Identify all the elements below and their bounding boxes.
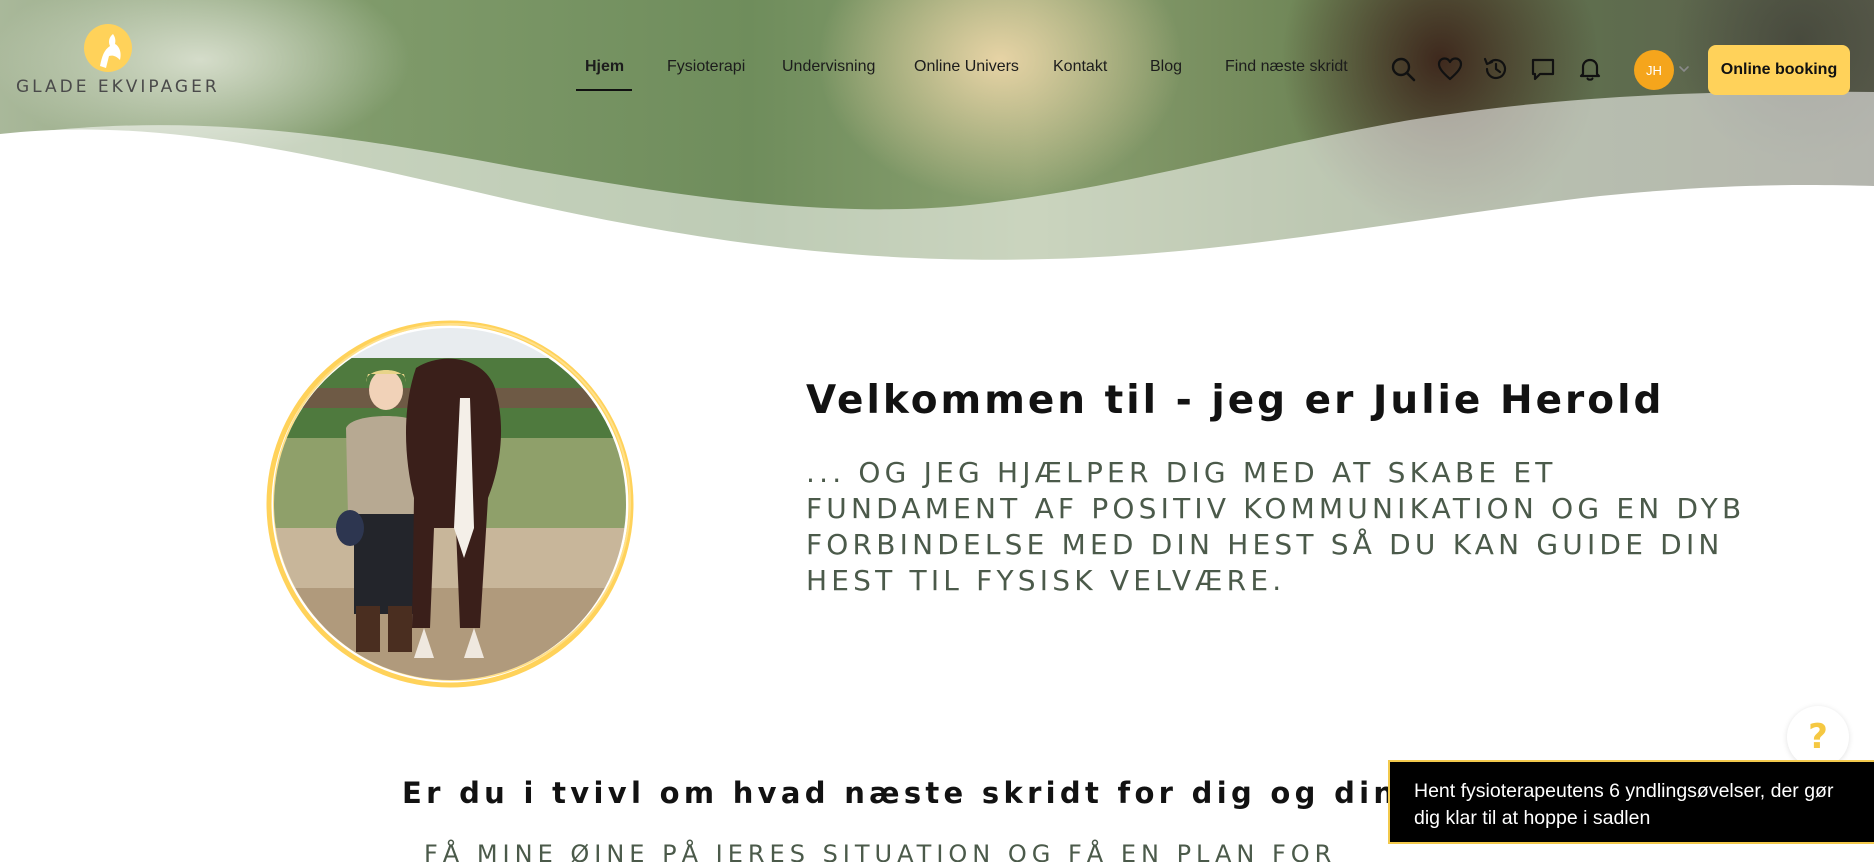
heart-icon[interactable] bbox=[1436, 55, 1464, 83]
nav-item-online-univers[interactable]: Online Univers bbox=[914, 58, 1019, 76]
bell-icon[interactable] bbox=[1576, 55, 1604, 83]
nav-item-kontakt[interactable]: Kontakt bbox=[1053, 58, 1107, 76]
next-step-subheading: FÅ MINE ØJNE PÅ JERES SITUATION OG FÅ EN… bbox=[424, 840, 1337, 862]
help-button[interactable]: ? bbox=[1787, 706, 1849, 768]
brand-name: GLADE EKVIPAGER bbox=[16, 77, 220, 97]
nav-item-fysioterapi[interactable]: Fysioterapi bbox=[667, 58, 745, 76]
hero-banner bbox=[0, 0, 1874, 270]
nav-item-blog[interactable]: Blog bbox=[1150, 58, 1182, 76]
nav-item-find-naeste-skridt[interactable]: Find næste skridt bbox=[1225, 58, 1348, 76]
sun-horse-icon bbox=[84, 24, 132, 72]
welcome-heading: Velkommen til - jeg er Julie Herold bbox=[806, 378, 1665, 423]
site-logo[interactable]: GLADE EKVIPAGER bbox=[16, 22, 217, 102]
user-avatar[interactable]: JH bbox=[1634, 50, 1674, 90]
julie-and-horse-image bbox=[274, 328, 626, 680]
chat-icon[interactable] bbox=[1529, 55, 1557, 83]
question-mark-icon: ? bbox=[1808, 717, 1828, 757]
popup-text: Hent fysioterapeutens 6 yndlingsøvelser,… bbox=[1414, 780, 1834, 829]
hero-wave-divider bbox=[0, 91, 1874, 270]
nav-item-undervisning[interactable]: Undervisning bbox=[782, 58, 875, 76]
search-icon[interactable] bbox=[1389, 55, 1417, 83]
chevron-down-icon[interactable] bbox=[1678, 63, 1690, 75]
next-step-heading: Er du i tvivl om hvad næste skridt for d… bbox=[402, 776, 1502, 810]
active-nav-underline bbox=[576, 89, 632, 91]
nav-item-hjem[interactable]: Hjem bbox=[585, 58, 624, 76]
history-icon[interactable] bbox=[1482, 55, 1510, 83]
portrait-photo bbox=[264, 318, 636, 690]
welcome-subheading: ... og jeg hjælper dig med at skabe et f… bbox=[806, 456, 1746, 597]
lead-magnet-popup[interactable]: Hent fysioterapeutens 6 yndlingsøvelser,… bbox=[1388, 760, 1874, 844]
online-booking-button[interactable]: Online booking bbox=[1708, 45, 1850, 95]
